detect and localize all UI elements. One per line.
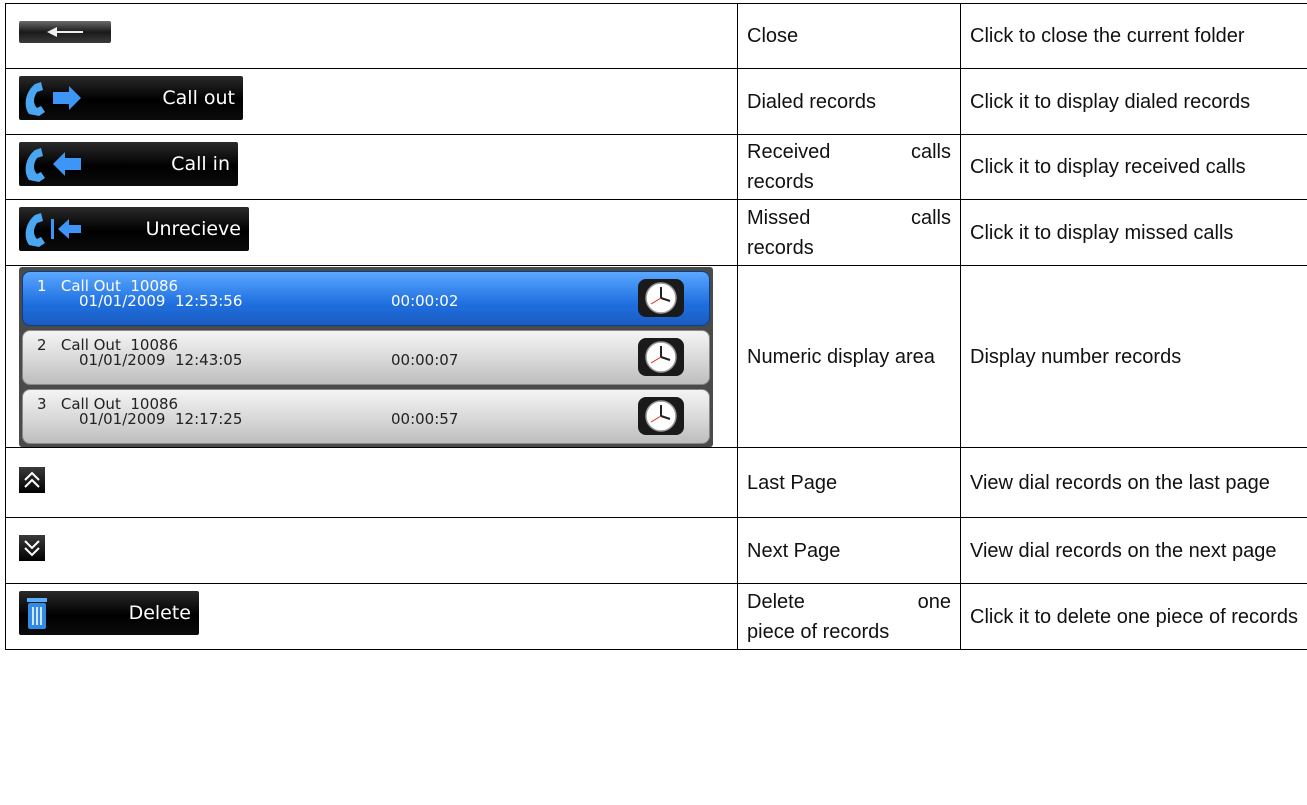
- table-row: Close Click to close the current folder: [5, 3, 1307, 69]
- row-name: Close: [747, 25, 799, 47]
- delete-label: Delete: [128, 602, 191, 624]
- record-date: 01/01/2009: [79, 409, 166, 428]
- call-out-label: Call out: [162, 87, 235, 109]
- missed-calls-button[interactable]: Unrecieve: [19, 207, 249, 251]
- record-time: 12:17:25: [175, 409, 243, 428]
- record-time: 12:43:05: [175, 350, 243, 369]
- row-description: Display number records: [970, 345, 1182, 368]
- record-item[interactable]: 3 Call Out 10086 01/01/2009 12:17:25 00:…: [22, 388, 710, 444]
- next-page-button[interactable]: [19, 534, 45, 561]
- record-duration: 00:00:57: [391, 409, 459, 428]
- table-row: 1 Call Out 10086 01/01/2009 12:53:56 00:…: [5, 265, 1307, 448]
- last-page-button[interactable]: [19, 466, 45, 493]
- record-item[interactable]: 1 Call Out 10086 01/01/2009 12:53:56 00:…: [22, 270, 710, 326]
- record-time: 12:53:56: [175, 291, 243, 310]
- row-name: Next Page: [747, 539, 841, 562]
- record-index: 2: [37, 335, 47, 354]
- clock-icon[interactable]: [637, 396, 685, 436]
- clock-icon[interactable]: [637, 278, 685, 318]
- call-in-button[interactable]: Call in: [19, 141, 238, 186]
- back-button[interactable]: [19, 20, 111, 43]
- row-name-line: records: [747, 171, 814, 193]
- row-name-line: Missed calls: [747, 206, 951, 229]
- row-name-line: piece of records: [747, 620, 890, 643]
- row-description: View dial records on the next page: [970, 539, 1277, 562]
- call-in-label: Call in: [171, 152, 230, 175]
- trash-icon: [27, 598, 47, 629]
- table-row: Call out Dialed records Click it to disp…: [5, 68, 1307, 135]
- record-duration: 00:00:02: [391, 291, 459, 310]
- call-out-button[interactable]: Call out: [19, 76, 243, 120]
- record-date: 01/01/2009: [79, 350, 166, 369]
- row-name: Dialed records: [747, 90, 876, 113]
- table-row: Call in Received calls records Click it …: [5, 134, 1307, 200]
- back-arrow-icon: [47, 26, 83, 37]
- button-reference-table: Close Click to close the current folder …: [5, 3, 1307, 650]
- row-name: Numeric display area: [747, 345, 935, 368]
- table-row: Last Page View dial records on the last …: [5, 447, 1307, 518]
- clock-icon[interactable]: [637, 337, 685, 377]
- row-name-line: Received calls: [747, 141, 951, 163]
- table-row: Delete Delete one piece of records Click…: [5, 583, 1307, 650]
- record-index: 1: [37, 276, 47, 295]
- double-chevron-down-icon: [24, 539, 40, 556]
- delete-button[interactable]: Delete: [19, 591, 199, 635]
- phone-missed-icon: [25, 213, 81, 247]
- missed-calls-label: Unrecieve: [145, 218, 241, 240]
- row-description: Click it to display received calls: [970, 156, 1246, 178]
- table-row: Next Page View dial records on the next …: [5, 517, 1307, 584]
- row-description: Click it to delete one piece of records: [970, 605, 1298, 628]
- row-description: Click it to display missed calls: [970, 221, 1234, 244]
- row-description: Click to close the current folder: [970, 25, 1245, 47]
- record-date: 01/01/2009: [79, 291, 166, 310]
- call-records-list: 1 Call Out 10086 01/01/2009 12:53:56 00:…: [19, 266, 713, 447]
- phone-outgoing-icon: [25, 82, 81, 116]
- phone-incoming-icon: [25, 147, 81, 182]
- record-duration: 00:00:07: [391, 350, 459, 369]
- row-description: View dial records on the last page: [970, 471, 1270, 494]
- row-name: Last Page: [747, 471, 838, 494]
- record-index: 3: [37, 394, 47, 413]
- record-item[interactable]: 2 Call Out 10086 01/01/2009 12:43:05 00:…: [22, 329, 710, 385]
- double-chevron-up-icon: [24, 471, 40, 488]
- row-description: Click it to display dialed records: [970, 90, 1251, 113]
- table-row: Unrecieve Missed calls records Click it …: [5, 199, 1307, 266]
- row-name-line: Delete one: [747, 590, 951, 613]
- row-name-line: records: [747, 236, 814, 259]
